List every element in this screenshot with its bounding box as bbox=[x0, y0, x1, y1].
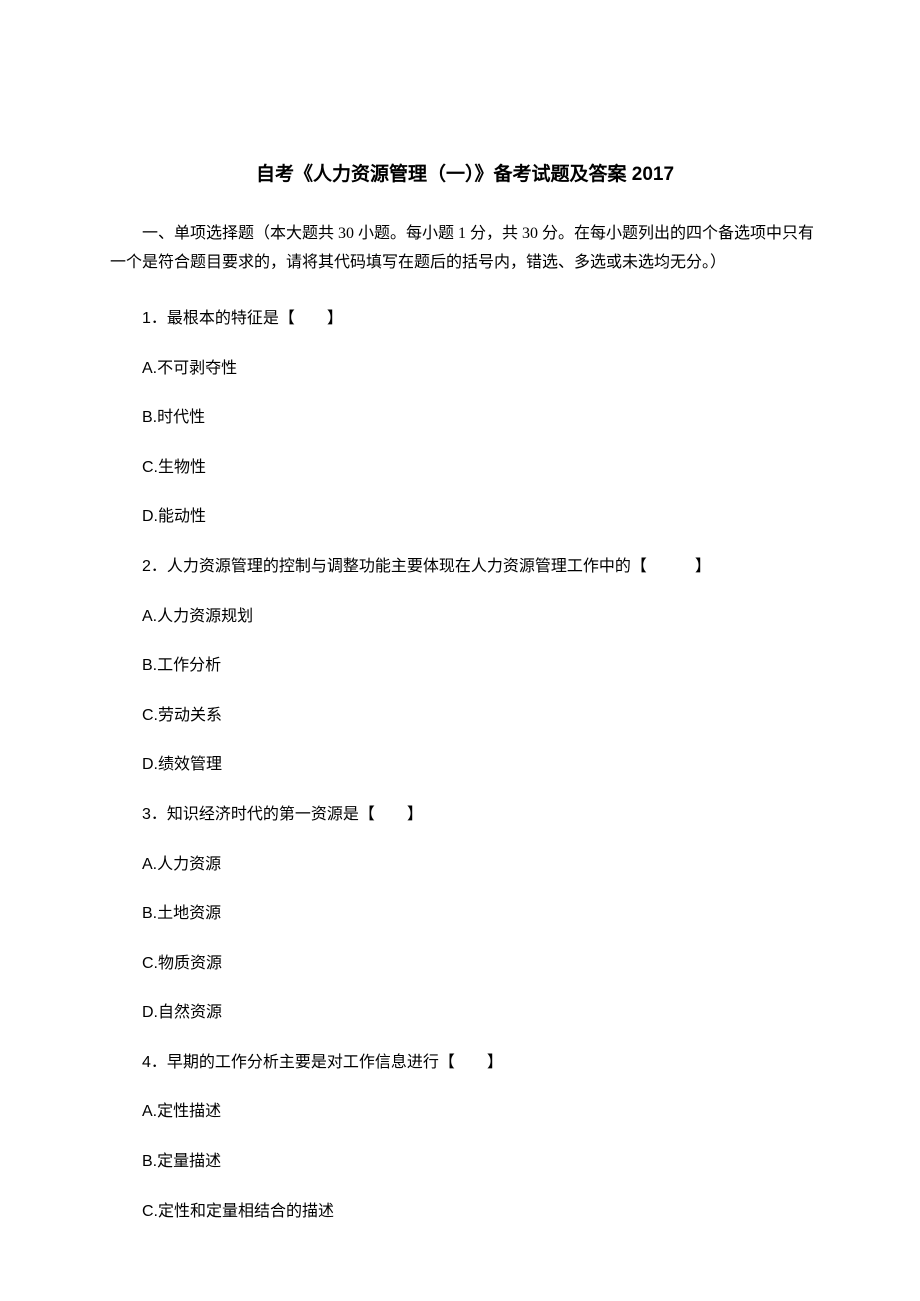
option: B.土地资源 bbox=[110, 901, 820, 927]
option: B.时代性 bbox=[110, 405, 820, 431]
option: A.人力资源规划 bbox=[110, 604, 820, 630]
question-text: ．最根本的特征是【 】 bbox=[151, 310, 343, 327]
option-text: 劳动关系 bbox=[158, 707, 222, 724]
option-text: 定性和定量相结合的描述 bbox=[158, 1203, 334, 1220]
option-text: 自然资源 bbox=[158, 1004, 222, 1021]
question-stem: 2．人力资源管理的控制与调整功能主要体现在人力资源管理工作中的【 】 bbox=[110, 554, 820, 580]
option-label: B. bbox=[142, 905, 157, 922]
option-text: 定量描述 bbox=[157, 1153, 221, 1170]
option-label: B. bbox=[142, 409, 157, 426]
section-instructions: 一、单项选择题（本大题共 30 小题。每小题 1 分，共 30 分。在每小题列出… bbox=[110, 220, 820, 278]
option-text: 能动性 bbox=[158, 508, 206, 525]
option-text: 物质资源 bbox=[158, 955, 222, 972]
option-text: 土地资源 bbox=[157, 905, 221, 922]
option: C.定性和定量相结合的描述 bbox=[110, 1199, 820, 1225]
option: C.生物性 bbox=[110, 455, 820, 481]
option-text: 时代性 bbox=[157, 409, 205, 426]
question-stem: 4．早期的工作分析主要是对工作信息进行【 】 bbox=[110, 1050, 820, 1076]
option: D.绩效管理 bbox=[110, 752, 820, 778]
question-number: 3 bbox=[142, 806, 151, 823]
option-text: 人力资源 bbox=[157, 856, 221, 873]
option: A.人力资源 bbox=[110, 852, 820, 878]
option: C.物质资源 bbox=[110, 951, 820, 977]
option-text: 工作分析 bbox=[157, 657, 221, 674]
option: A.定性描述 bbox=[110, 1099, 820, 1125]
option-label: C. bbox=[142, 1203, 158, 1220]
question-text: ．人力资源管理的控制与调整功能主要体现在人力资源管理工作中的【 】 bbox=[151, 558, 711, 575]
question-text: ．知识经济时代的第一资源是【 】 bbox=[151, 806, 423, 823]
option-label: C. bbox=[142, 459, 158, 476]
option-label: B. bbox=[142, 657, 157, 674]
option: A.不可剥夺性 bbox=[110, 356, 820, 382]
question-number: 2 bbox=[142, 558, 151, 575]
option-text: 不可剥夺性 bbox=[157, 360, 237, 377]
option: B.定量描述 bbox=[110, 1149, 820, 1175]
option: D.自然资源 bbox=[110, 1000, 820, 1026]
option: C.劳动关系 bbox=[110, 703, 820, 729]
option-label: A. bbox=[142, 608, 157, 625]
option-label: D. bbox=[142, 1004, 158, 1021]
option-label: C. bbox=[142, 707, 158, 724]
option-text: 生物性 bbox=[158, 459, 206, 476]
option-text: 定性描述 bbox=[157, 1103, 221, 1120]
option: D.能动性 bbox=[110, 504, 820, 530]
option-label: A. bbox=[142, 1103, 157, 1120]
option-label: D. bbox=[142, 756, 158, 773]
option-label: A. bbox=[142, 360, 157, 377]
option-label: B. bbox=[142, 1153, 157, 1170]
document-title: 自考《人力资源管理（一）》备考试题及答案 2017 bbox=[110, 160, 820, 190]
question-stem: 1．最根本的特征是【 】 bbox=[110, 306, 820, 332]
option-text: 人力资源规划 bbox=[157, 608, 253, 625]
questions-container: 1．最根本的特征是【 】A.不可剥夺性B.时代性C.生物性D.能动性2．人力资源… bbox=[110, 306, 820, 1224]
question-number: 1 bbox=[142, 310, 151, 327]
option-text: 绩效管理 bbox=[158, 756, 222, 773]
question-stem: 3．知识经济时代的第一资源是【 】 bbox=[110, 802, 820, 828]
option-label: C. bbox=[142, 955, 158, 972]
option: B.工作分析 bbox=[110, 653, 820, 679]
question-number: 4 bbox=[142, 1054, 151, 1071]
option-label: A. bbox=[142, 856, 157, 873]
question-text: ．早期的工作分析主要是对工作信息进行【 】 bbox=[151, 1054, 503, 1071]
option-label: D. bbox=[142, 508, 158, 525]
